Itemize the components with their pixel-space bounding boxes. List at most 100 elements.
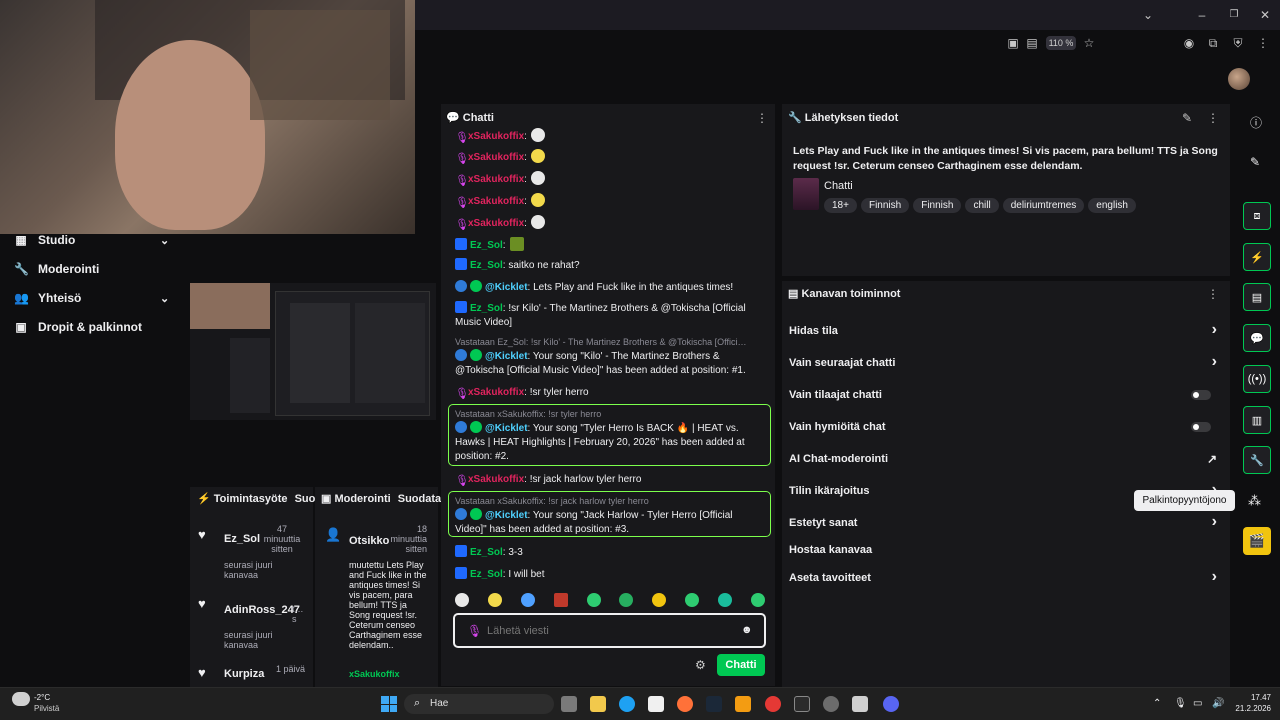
toggle-switch[interactable] <box>1191 422 1211 432</box>
chat-menu-icon[interactable]: ⋮ <box>755 111 769 125</box>
weather-temp[interactable]: -2°C <box>34 693 50 702</box>
stream-info-menu-icon[interactable]: ⋮ <box>1206 111 1220 125</box>
firefox-icon[interactable] <box>677 696 693 712</box>
chat-send-button[interactable]: Chatti <box>717 654 765 676</box>
tag[interactable]: 18+ <box>824 198 857 213</box>
chat-username[interactable]: xSakukoffix <box>468 131 524 142</box>
channel-actions-menu-icon[interactable]: ⋮ <box>1206 287 1220 301</box>
chevron-down-icon[interactable]: ⌄ <box>1141 8 1155 22</box>
extensions-icon[interactable]: ⧉ <box>1206 36 1220 50</box>
reward-queue-icon[interactable]: ⁂ <box>1248 493 1261 509</box>
shield-icon[interactable]: ⛨ <box>1231 36 1245 50</box>
vlc-icon[interactable] <box>735 696 751 712</box>
volume-icon[interactable]: 🔊 <box>1212 698 1224 709</box>
nav-yhteiso[interactable]: 👥 Yhteisö ⌄ <box>14 287 184 309</box>
emote-icon[interactable] <box>553 593 568 607</box>
emote-icon[interactable] <box>685 593 700 607</box>
modlog-filter[interactable]: Suodata <box>398 493 441 505</box>
bookmark-star-icon[interactable]: ☆ <box>1082 36 1096 50</box>
zoom-level[interactable]: 110 % <box>1046 36 1076 50</box>
channel-action-row[interactable]: Hostaa kanavaa <box>789 544 1225 556</box>
chat-username[interactable]: xSakukoffix <box>468 474 524 485</box>
close-icon[interactable]: ✕ <box>1258 8 1272 22</box>
emote-icon[interactable] <box>718 593 732 607</box>
channel-action-row[interactable]: Aseta tavoitteet › <box>789 568 1225 585</box>
tray-chevron-icon[interactable]: ⌃ <box>1153 698 1161 709</box>
chat-username[interactable]: Ez_Sol <box>470 303 503 314</box>
info-icon[interactable]: ⓘ <box>1250 114 1262 131</box>
notes-icon[interactable]: ▤ <box>1243 283 1271 311</box>
account-icon[interactable]: ◉ <box>1182 36 1196 50</box>
channel-action-row[interactable]: AI Chat-moderointi ↗ <box>789 452 1225 466</box>
chat-username[interactable]: xSakukoffix <box>468 152 524 163</box>
tag[interactable]: english <box>1088 198 1136 213</box>
opera-icon[interactable] <box>765 696 781 712</box>
edge-icon[interactable] <box>619 696 635 712</box>
chat-username[interactable]: xSakukoffix <box>468 218 524 229</box>
broadcast-icon[interactable]: ((•)) <box>1243 365 1271 393</box>
emote-icon[interactable] <box>520 593 535 607</box>
emote-icon[interactable] <box>455 593 469 607</box>
channel-action-row[interactable]: Estetyt sanat › <box>789 513 1225 530</box>
chat-input[interactable] <box>487 623 727 639</box>
taskbar-search[interactable]: ⌕ Hae <box>404 694 554 714</box>
task-view-icon[interactable] <box>561 696 577 712</box>
nav-dropit[interactable]: ▣ Dropit & palkinnot <box>14 316 184 338</box>
feed-user[interactable]: Ez_Sol <box>224 533 260 545</box>
chat-bubble-icon[interactable]: 💬 <box>1243 324 1271 352</box>
bolt-icon[interactable]: ⚡ <box>1243 243 1271 271</box>
wrench-icon[interactable]: 🔧 <box>1243 446 1271 474</box>
restore-icon[interactable]: ❐ <box>1227 8 1241 22</box>
clip-icon[interactable]: ⧈ <box>1243 202 1271 230</box>
toggle-switch[interactable] <box>1191 390 1211 400</box>
chat-input-box[interactable]: 🎙 ☻ <box>453 613 766 648</box>
chat-username[interactable]: xSakukoffix <box>468 174 524 185</box>
mic-tray-icon[interactable]: 🎙 <box>1174 698 1187 709</box>
chat-username[interactable]: Ez_Sol <box>470 240 503 251</box>
chat-settings-gear-icon[interactable]: ⚙ <box>695 658 706 672</box>
chat-username[interactable]: @Kicklet <box>485 351 528 362</box>
emote-icon[interactable] <box>750 593 765 607</box>
tag[interactable]: deliriumtremes <box>1002 198 1085 213</box>
nav-studio[interactable]: ▦ Studio ⌄ <box>14 229 184 251</box>
clock-time[interactable]: 17.47 <box>1225 693 1271 702</box>
discord-icon[interactable] <box>883 696 899 712</box>
settings-icon[interactable] <box>823 696 839 712</box>
emote-icon[interactable] <box>487 593 502 607</box>
channel-action-row[interactable]: Vain seuraajat chatti › <box>789 353 1225 370</box>
chat-username[interactable]: Ez_Sol <box>470 569 503 580</box>
channel-action-row[interactable]: Vain tilaajat chatti <box>789 389 1225 401</box>
chat-username[interactable]: Ez_Sol <box>470 547 503 558</box>
network-icon[interactable]: ▭ <box>1193 698 1202 709</box>
store-icon[interactable] <box>648 696 664 712</box>
minimize-icon[interactable]: – <box>1195 8 1209 22</box>
terminal-icon[interactable] <box>794 696 810 712</box>
emoji-picker-icon[interactable]: ☻ <box>741 624 753 636</box>
modlog-user[interactable]: xSakukoffix <box>349 669 400 679</box>
emote-icon[interactable] <box>619 593 634 607</box>
tag[interactable]: chill <box>965 198 999 213</box>
file-explorer-icon[interactable] <box>590 696 606 712</box>
emote-icon[interactable] <box>652 593 667 607</box>
stream-preview[interactable] <box>190 283 436 420</box>
chat-username[interactable]: Ez_Sol <box>470 260 503 271</box>
channel-action-row[interactable]: Hidas tila › <box>789 321 1225 338</box>
chat-username[interactable]: xSakukoffix <box>468 196 524 207</box>
layout-icon[interactable]: ▥ <box>1243 406 1271 434</box>
menu-icon[interactable]: ⋮ <box>1256 36 1270 50</box>
pencil-icon[interactable]: ✎ <box>1250 155 1260 169</box>
feed-user[interactable]: AdinRoss_247 <box>224 604 300 616</box>
film-icon[interactable]: 🎬 <box>1243 527 1271 555</box>
app-icon[interactable] <box>852 696 868 712</box>
reader-icon[interactable]: ▤ <box>1025 36 1039 50</box>
emote-icon[interactable] <box>586 593 601 607</box>
tag[interactable]: Finnish <box>913 198 962 213</box>
chat-username[interactable]: xSakukoffix <box>468 387 524 398</box>
screenshot-icon[interactable]: ▣ <box>1006 36 1020 50</box>
chat-username[interactable]: @Kicklet <box>485 282 528 293</box>
nav-moderointi[interactable]: 🔧 Moderointi <box>14 258 184 280</box>
edit-pencil-icon[interactable]: ✎ <box>1180 111 1194 125</box>
feed-user[interactable]: Kurpiza <box>224 668 264 680</box>
stream-category[interactable]: Chatti <box>824 180 853 192</box>
windows-start-icon[interactable] <box>381 696 397 712</box>
